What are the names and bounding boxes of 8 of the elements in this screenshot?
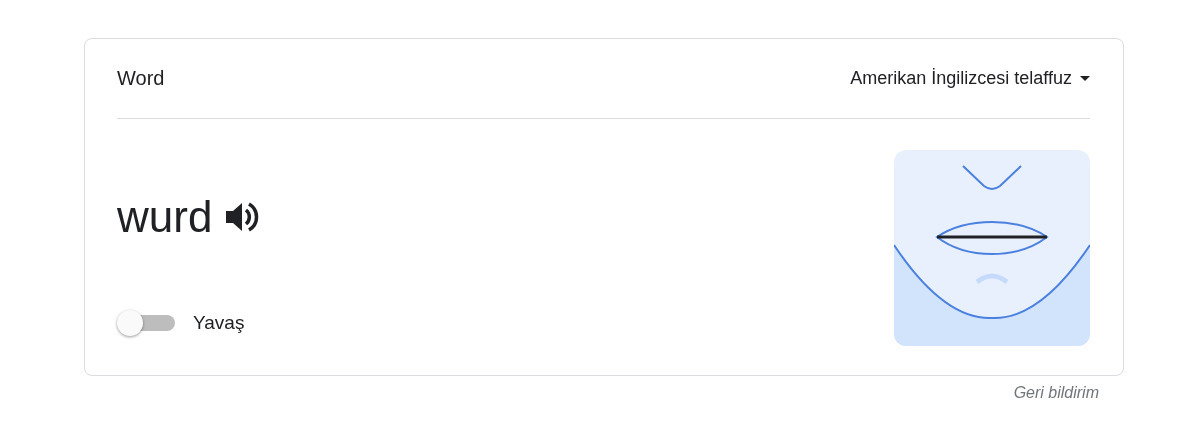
slow-label: Yavaş [193, 312, 245, 334]
caret-icon [1080, 75, 1090, 82]
feedback-link[interactable]: Geri bildirim [1013, 384, 1099, 402]
card-title: Word [117, 67, 165, 90]
accent-dropdown[interactable]: Amerikan İngilizcesi telaffuz [850, 68, 1090, 89]
slow-toggle[interactable] [117, 310, 175, 336]
speaker-icon[interactable] [224, 200, 261, 234]
pronunciation-text: wurd [117, 192, 213, 242]
